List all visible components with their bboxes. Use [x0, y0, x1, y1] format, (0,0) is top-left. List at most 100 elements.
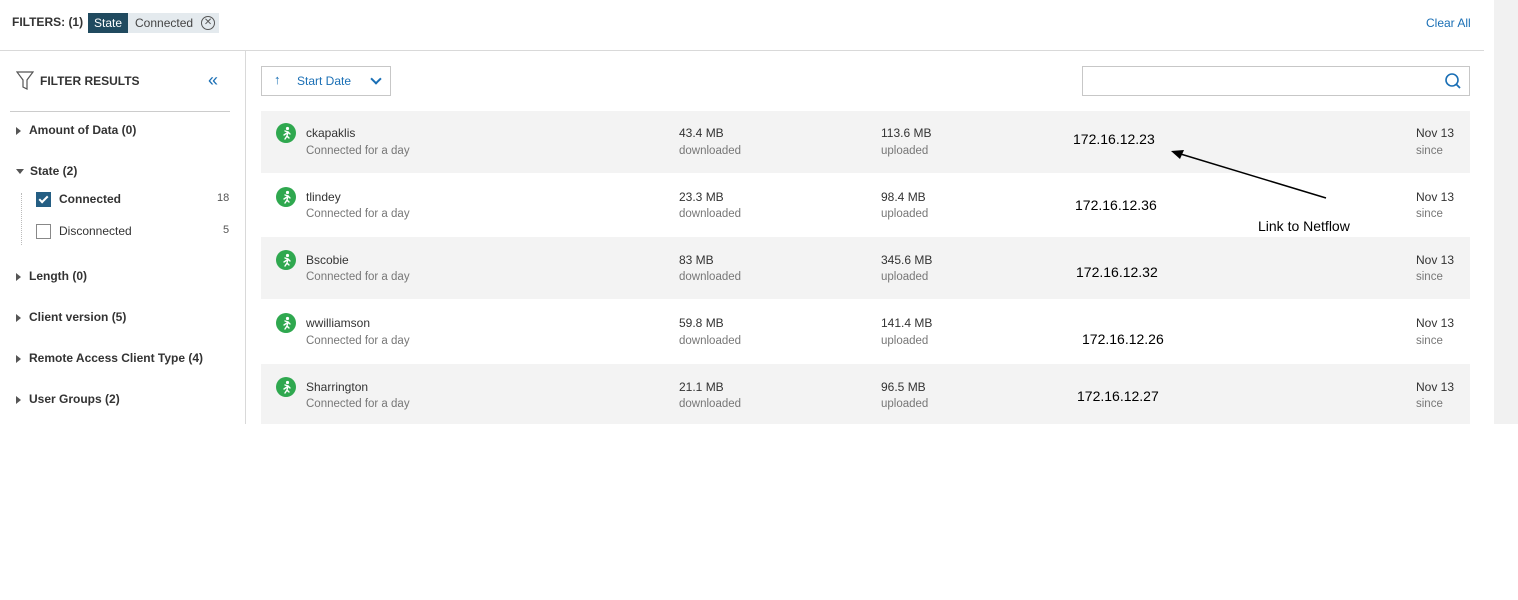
- double-chevron-left-icon[interactable]: «: [208, 71, 218, 89]
- sort-dropdown-button[interactable]: [362, 66, 391, 96]
- running-person-icon: [276, 313, 296, 333]
- annotation-arrow: [1171, 150, 1327, 199]
- start-date-label: since: [1416, 208, 1443, 220]
- ip-address[interactable]: 172.16.12.27: [1077, 388, 1159, 404]
- option-label: Disconnected: [59, 224, 132, 238]
- running-person-icon: [276, 250, 296, 270]
- table-row[interactable]: wwilliamson Connected for a day 59.8 MB …: [261, 300, 1470, 362]
- ip-address[interactable]: 172.16.12.26: [1082, 331, 1164, 347]
- downloaded-label: downloaded: [679, 271, 742, 283]
- filter-group-label: Amount of Data (0): [29, 123, 137, 137]
- uploaded-value: 141.4 MB: [881, 316, 933, 330]
- close-circle-icon[interactable]: ✕: [201, 16, 216, 30]
- filter-group-amount-of-data[interactable]: Amount of Data (0): [16, 123, 136, 137]
- filter-chip-key: State: [88, 13, 129, 33]
- filter-group-label: Client version (5): [29, 310, 127, 324]
- filter-group-state[interactable]: State (2): [16, 164, 77, 178]
- caret-right-icon: [16, 272, 21, 281]
- checkbox-checked[interactable]: [36, 192, 51, 207]
- start-date-label: since: [1416, 271, 1443, 283]
- connection-status: Connected for a day: [306, 208, 410, 220]
- search-input[interactable]: [1082, 66, 1438, 96]
- user-name[interactable]: wwilliamson: [306, 316, 370, 330]
- start-date: Nov 13: [1416, 380, 1455, 394]
- option-count: 18: [217, 192, 230, 204]
- downloaded-value: 83 MB: [679, 253, 714, 267]
- ip-address[interactable]: 172.16.12.36: [1075, 197, 1157, 213]
- uploaded-label: uploaded: [881, 335, 929, 347]
- downloaded-value: 21.1 MB: [679, 380, 724, 394]
- downloaded-label: downloaded: [679, 145, 742, 157]
- tree-line: [21, 193, 22, 245]
- uploaded-label: uploaded: [881, 145, 929, 157]
- caret-right-icon: [16, 126, 21, 135]
- user-name[interactable]: tlindey: [306, 190, 341, 204]
- sort-button[interactable]: ↑ Start Date: [261, 66, 364, 96]
- downloaded-value: 23.3 MB: [679, 190, 724, 204]
- arrow-up-icon: ↑: [274, 72, 281, 87]
- uploaded-value: 96.5 MB: [881, 380, 926, 394]
- start-date: Nov 13: [1416, 253, 1455, 267]
- table-row[interactable]: Sharrington Connected for a day 21.1 MB …: [261, 364, 1470, 424]
- filter-chip-value-label: Connected: [135, 16, 194, 30]
- filter-sidebar: FILTER RESULTS « Amount of Data (0) Stat…: [0, 51, 246, 424]
- downloaded-label: downloaded: [679, 335, 742, 347]
- downloaded-label: downloaded: [679, 208, 742, 220]
- filter-results-title: FILTER RESULTS: [40, 74, 140, 88]
- user-name[interactable]: Bscobie: [306, 253, 349, 267]
- filter-chip-value: Connected ✕: [128, 13, 220, 33]
- caret-right-icon: [16, 395, 21, 404]
- filter-group-user-groups[interactable]: User Groups (2): [16, 392, 120, 406]
- filter-group-label: User Groups (2): [29, 392, 120, 406]
- caret-right-icon: [16, 313, 21, 322]
- checkbox-unchecked[interactable]: [36, 224, 51, 239]
- ip-address[interactable]: 172.16.12.32: [1076, 264, 1158, 280]
- filters-bar: FILTERS: (1) State Connected ✕ Clear All: [0, 0, 1484, 51]
- filter-group-client-version[interactable]: Client version (5): [16, 310, 126, 324]
- ip-address[interactable]: 172.16.12.23: [1073, 131, 1155, 147]
- filter-group-length[interactable]: Length (0): [16, 269, 87, 283]
- uploaded-value: 113.6 MB: [881, 126, 932, 140]
- search-icon: [1445, 73, 1461, 89]
- funnel-icon: [16, 71, 34, 90]
- running-person-icon: [276, 377, 296, 397]
- uploaded-label: uploaded: [881, 271, 929, 283]
- annotation-text: Link to Netflow: [1258, 218, 1350, 234]
- filters-label: FILTERS: (1): [12, 15, 84, 29]
- start-date: Nov 13: [1416, 126, 1455, 140]
- option-count: 5: [223, 224, 230, 236]
- uploaded-value: 345.6 MB: [881, 253, 933, 267]
- filter-group-label: Length (0): [29, 269, 87, 283]
- connection-status: Connected for a day: [306, 398, 410, 410]
- downloaded-label: downloaded: [679, 398, 742, 410]
- search-button[interactable]: [1437, 66, 1470, 96]
- filter-group-label: Remote Access Client Type (4): [29, 351, 204, 365]
- caret-down-icon: [16, 169, 24, 175]
- uploaded-label: uploaded: [881, 398, 929, 410]
- start-date: Nov 13: [1416, 190, 1455, 204]
- chevron-down-icon: [370, 73, 382, 85]
- start-date-label: since: [1416, 145, 1443, 157]
- uploaded-label: uploaded: [881, 208, 929, 220]
- downloaded-value: 59.8 MB: [679, 316, 724, 330]
- running-person-icon: [276, 123, 296, 143]
- table-row[interactable]: Bscobie Connected for a day 83 MB downlo…: [261, 237, 1470, 299]
- connection-status: Connected for a day: [306, 335, 410, 347]
- connection-status: Connected for a day: [306, 271, 410, 283]
- connection-status: Connected for a day: [306, 145, 410, 157]
- option-label: Connected: [59, 192, 122, 206]
- user-name[interactable]: ckapaklis: [306, 126, 355, 140]
- start-date-label: since: [1416, 398, 1443, 410]
- filter-group-remote-access-client-type[interactable]: Remote Access Client Type (4): [16, 351, 203, 365]
- user-name[interactable]: Sharrington: [306, 380, 368, 394]
- uploaded-value: 98.4 MB: [881, 190, 926, 204]
- scrollbar-track[interactable]: [1494, 0, 1518, 424]
- clear-all-link[interactable]: Clear All: [1426, 16, 1471, 30]
- running-person-icon: [276, 187, 296, 207]
- downloaded-value: 43.4 MB: [679, 126, 724, 140]
- caret-right-icon: [16, 354, 21, 363]
- divider: [10, 111, 230, 112]
- start-date-label: since: [1416, 335, 1443, 347]
- filter-group-label: State (2): [30, 164, 78, 178]
- start-date: Nov 13: [1416, 316, 1455, 330]
